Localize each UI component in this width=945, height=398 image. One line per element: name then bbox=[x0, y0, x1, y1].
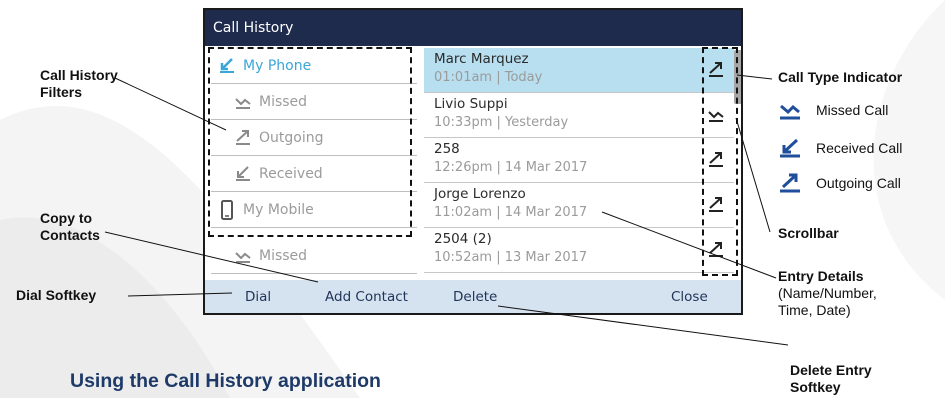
filters-highlight-box bbox=[208, 47, 412, 237]
entry-details: 10:52am | 13 Mar 2017 bbox=[434, 250, 588, 265]
callout-copy-to-contacts: Copy to Contacts bbox=[40, 210, 100, 243]
list-item[interactable]: 2504 (2) 10:52am | 13 Mar 2017 bbox=[424, 228, 741, 273]
missed-call-icon bbox=[780, 104, 800, 120]
entry-details: 12:26pm | 14 Mar 2017 bbox=[434, 160, 588, 175]
entry-name: Livio Suppi bbox=[434, 96, 508, 112]
entry-name: 2504 (2) bbox=[434, 231, 492, 247]
entry-details: 10:33pm | Yesterday bbox=[434, 115, 569, 130]
type-indicator-highlight-box bbox=[702, 47, 738, 276]
filter-label: Missed bbox=[259, 247, 308, 264]
delete-softkey[interactable]: Delete bbox=[453, 289, 497, 305]
legend-label: Missed Call bbox=[816, 102, 889, 118]
section-heading: Using the Call History application bbox=[70, 370, 381, 392]
list-item[interactable]: Jorge Lorenzo 11:02am | 14 Mar 2017 bbox=[424, 183, 741, 228]
callout-call-type-indicator: Call Type Indicator bbox=[778, 69, 903, 85]
legend-received: Received Call bbox=[778, 137, 902, 159]
entry-details: 11:02am | 14 Mar 2017 bbox=[434, 205, 588, 220]
callout-scrollbar: Scrollbar bbox=[778, 225, 839, 241]
entry-name: Jorge Lorenzo bbox=[434, 186, 526, 202]
entry-name: Marc Marquez bbox=[434, 51, 529, 67]
callout-entry-details-sub: (Name/Number, Time, Date) bbox=[778, 285, 877, 318]
outgoing-call-icon bbox=[780, 173, 800, 193]
callout-filters: Call History Filters bbox=[40, 67, 118, 100]
callout-entry-details: Entry Details bbox=[778, 268, 864, 284]
softkey-bar: Dial Add Contact Delete Close bbox=[205, 280, 741, 313]
callout-delete-softkey: Delete Entry Softkey bbox=[790, 362, 872, 395]
legend-label: Received Call bbox=[816, 140, 903, 156]
add-contact-softkey[interactable]: Add Contact bbox=[325, 289, 408, 305]
received-call-icon bbox=[780, 138, 800, 158]
missed-call-icon bbox=[235, 251, 251, 263]
legend-missed: Missed Call bbox=[778, 99, 888, 121]
close-softkey[interactable]: Close bbox=[671, 289, 708, 305]
list-item[interactable]: Marc Marquez 01:01am | Today bbox=[424, 48, 741, 93]
legend-label: Outgoing Call bbox=[816, 175, 901, 191]
filter-mobile-missed[interactable]: Missed bbox=[211, 238, 417, 274]
entry-name: 258 bbox=[434, 141, 460, 157]
screen-title: Call History bbox=[205, 10, 741, 46]
callout-dial-softkey: Dial Softkey bbox=[16, 287, 97, 303]
entry-details: 01:01am | Today bbox=[434, 70, 543, 85]
dial-softkey[interactable]: Dial bbox=[245, 289, 271, 305]
entries-list: Marc Marquez 01:01am | Today Livio Suppi… bbox=[424, 48, 741, 280]
list-item[interactable]: 258 12:26pm | 14 Mar 2017 bbox=[424, 138, 741, 183]
legend-outgoing: Outgoing Call bbox=[778, 172, 901, 194]
list-item[interactable]: Livio Suppi 10:33pm | Yesterday bbox=[424, 93, 741, 138]
